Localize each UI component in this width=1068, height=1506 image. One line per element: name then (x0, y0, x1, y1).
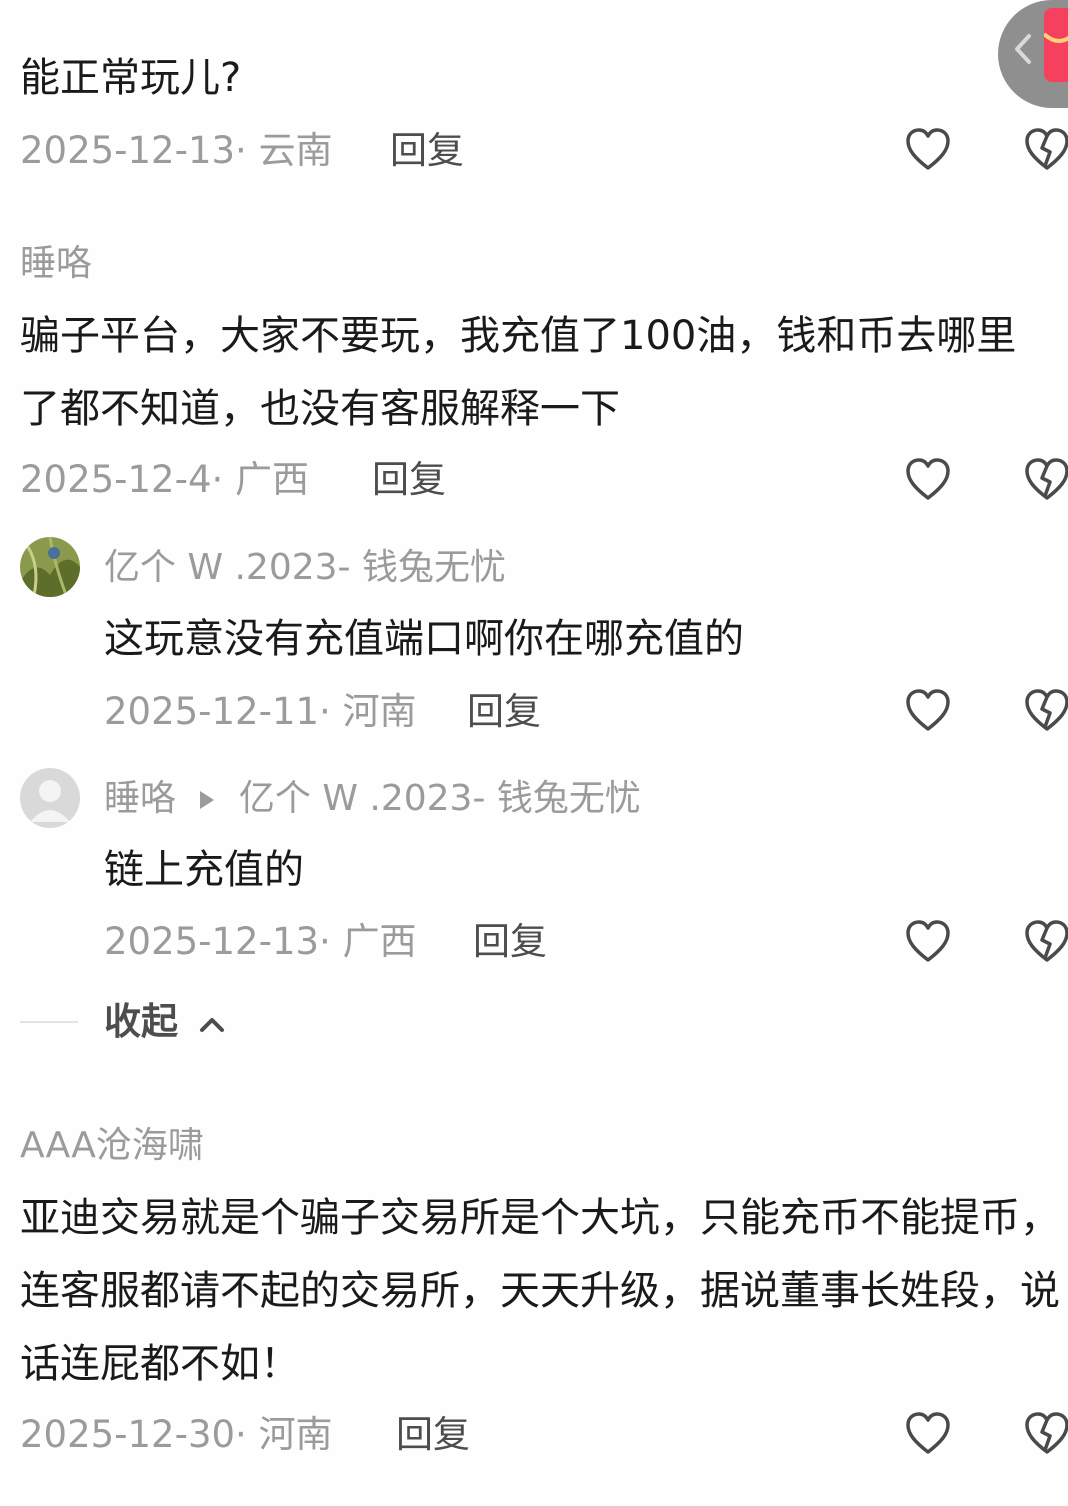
comment-meta: 2025-12-30· 河南 (20, 1413, 333, 1457)
heart-outline-icon[interactable] (905, 689, 951, 733)
meta-separator: · (319, 690, 331, 733)
reply-date: 2025-12-11 (104, 690, 320, 733)
reply-button[interactable]: 回复 (396, 1413, 470, 1457)
comment-date: 2025-12-30 (20, 1413, 236, 1456)
meta-separator: · (235, 129, 247, 172)
comment-text: 亚迪交易就是个骗子交易所是个大坑，只能充币不能提币，连客服都请不起的交易所，天天… (20, 1195, 1060, 1387)
reply-author-line: 睡咯 亿个 W .2023- 钱兔无忧 (104, 777, 641, 821)
broken-heart-icon[interactable] (1024, 128, 1068, 172)
heart-outline-icon[interactable] (905, 1412, 951, 1456)
broken-heart-icon[interactable] (1024, 920, 1068, 964)
red-packet-icon (1044, 8, 1068, 82)
avatar[interactable] (20, 768, 80, 828)
comment-region: 云南 (258, 129, 333, 172)
comment-region: 广西 (235, 458, 310, 501)
triangle-right-icon (199, 790, 215, 810)
comment-author[interactable]: AAA沧海啸 (20, 1124, 204, 1168)
reply-meta: 2025-12-13· 广西 (104, 920, 417, 964)
reply-region: 广西 (342, 920, 417, 963)
reply-text: 这玩意没有充值端口啊你在哪充值的 (104, 616, 744, 662)
meta-separator: · (235, 1413, 247, 1456)
meta-separator: · (211, 458, 224, 501)
comment-date: 2025-12-4 (20, 458, 212, 501)
broken-heart-icon[interactable] (1024, 689, 1068, 733)
comment-text: 骗子平台，大家不要玩，我充值了100油，钱和币去哪里了都不知道，也没有客服解释一… (20, 313, 1017, 432)
avatar[interactable] (20, 537, 80, 597)
meta-separator: · (319, 920, 331, 963)
floating-side-button[interactable] (998, 0, 1068, 108)
comment-author[interactable]: 睡咯 (20, 242, 92, 286)
comment-meta: 2025-12-4· 广西 (20, 458, 309, 502)
collapse-label: 收起 (104, 1000, 178, 1043)
comment-meta: 2025-12-13· 云南 (20, 129, 333, 173)
reply-to-author[interactable]: 亿个 W .2023- 钱兔无忧 (239, 778, 641, 819)
comment-text: 能正常玩儿? (20, 55, 242, 101)
reply-button[interactable]: 回复 (467, 690, 541, 734)
heart-outline-icon[interactable] (905, 458, 951, 502)
reply-button[interactable]: 回复 (390, 129, 464, 173)
back-chevron-icon (1012, 32, 1034, 66)
reply-author[interactable]: 睡咯 (104, 778, 176, 819)
reply-meta: 2025-12-11· 河南 (104, 690, 417, 734)
collapse-divider (20, 1021, 78, 1023)
comment-region: 河南 (258, 1413, 333, 1456)
reply-author[interactable]: 亿个 W .2023- 钱兔无忧 (104, 546, 506, 590)
comment-date: 2025-12-13 (20, 129, 236, 172)
heart-outline-icon[interactable] (905, 920, 951, 964)
heart-outline-icon[interactable] (905, 128, 951, 172)
collapse-replies-button[interactable]: 收起 (104, 1000, 225, 1044)
reply-region: 河南 (342, 690, 417, 733)
reply-text: 链上充值的 (104, 847, 304, 893)
reply-button[interactable]: 回复 (372, 458, 446, 502)
chevron-up-icon (199, 1015, 225, 1033)
broken-heart-icon[interactable] (1024, 1412, 1068, 1456)
reply-button[interactable]: 回复 (473, 920, 547, 964)
reply-date: 2025-12-13 (104, 920, 320, 963)
broken-heart-icon[interactable] (1024, 458, 1068, 502)
